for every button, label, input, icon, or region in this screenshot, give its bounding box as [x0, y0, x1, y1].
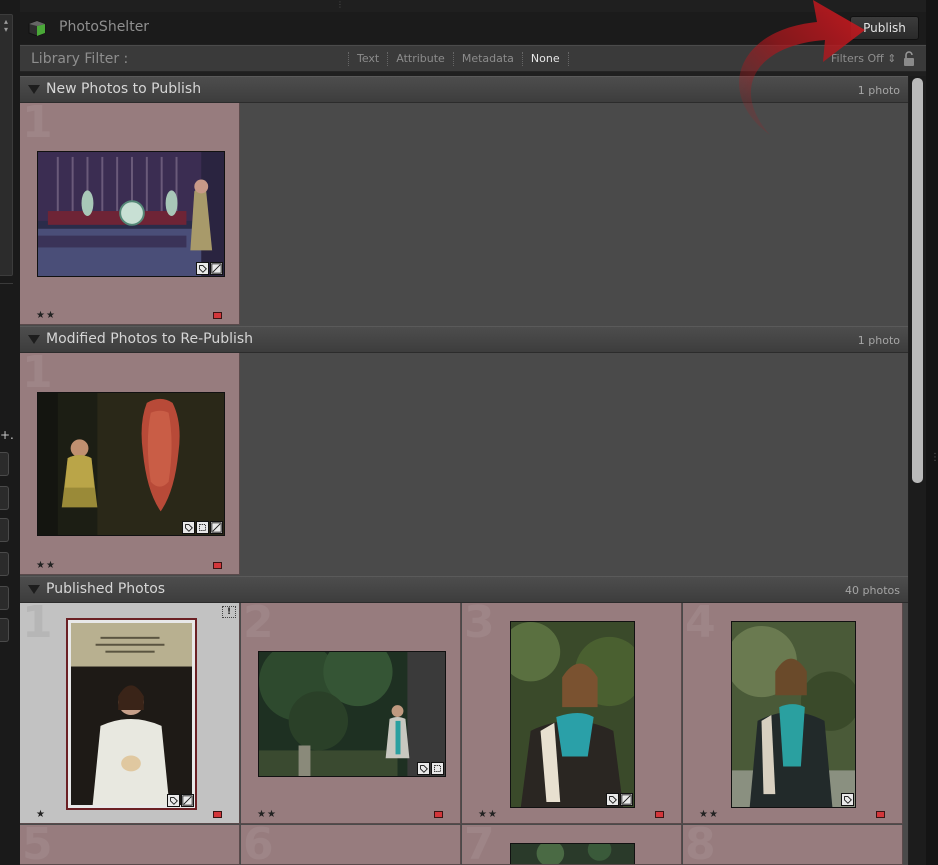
rating-stars[interactable]: ★★ [36, 310, 56, 321]
section-header-published[interactable]: Published Photos 40 photos [20, 576, 908, 603]
photo-thumbnail[interactable] [258, 651, 446, 777]
section-title: Published Photos [46, 581, 166, 597]
left-panel-upper[interactable] [0, 14, 13, 276]
photoshelter-logo-icon [28, 20, 46, 36]
thumbnail-badges [167, 794, 194, 807]
left-divider [0, 283, 13, 284]
thumbnail-badges [196, 262, 223, 275]
grid-cell[interactable]: 1 ★★ [20, 353, 240, 575]
warning-icon[interactable]: ! [222, 606, 236, 618]
library-grid: New Photos to Publish 1 photo 1 ★★ Modif… [20, 76, 908, 865]
stepper-icon[interactable]: ▴ ▾ [0, 18, 12, 34]
right-panel-edge: ⋮ [926, 0, 938, 865]
left-control[interactable] [0, 552, 9, 576]
cell-index: 4 [685, 603, 716, 648]
keyword-tag-icon[interactable] [196, 262, 209, 275]
section-count: 40 photos [845, 584, 900, 597]
keyword-tag-icon[interactable] [167, 794, 180, 807]
cell-index: 2 [243, 603, 274, 648]
section-title: Modified Photos to Re-Publish [46, 331, 254, 347]
publish-button[interactable]: Publish [850, 16, 919, 40]
edit-icon[interactable] [210, 262, 223, 275]
thumbnail-badges [182, 521, 223, 534]
photo-thumbnail[interactable] [66, 618, 197, 810]
filters-off-dropdown[interactable]: Filters Off ⇕ [831, 52, 896, 65]
section-header-modified[interactable]: Modified Photos to Re-Publish 1 photo [20, 326, 908, 353]
keyword-tag-icon[interactable] [841, 793, 854, 806]
photo-thumbnail[interactable] [510, 843, 635, 864]
collapse-triangle-icon[interactable] [28, 85, 40, 94]
color-label-red[interactable] [213, 562, 222, 569]
panel-grip-icon[interactable]: ⋮ [930, 452, 938, 463]
grid-cell[interactable]: 8 [683, 825, 903, 865]
rating-stars[interactable]: ★★ [36, 560, 56, 571]
publish-service-header: PhotoShelter Publish [20, 12, 926, 44]
library-filter-label: Library Filter : [31, 51, 129, 67]
collapse-triangle-icon[interactable] [28, 585, 40, 594]
crop-icon[interactable] [431, 762, 444, 775]
filter-option-none[interactable]: None [521, 52, 569, 66]
keyword-tag-icon[interactable] [417, 762, 430, 775]
crop-icon[interactable] [196, 521, 209, 534]
library-filter-bar: Library Filter : Text Attribute Metadata No… [20, 45, 926, 72]
color-label-red[interactable] [434, 811, 443, 818]
add-icon[interactable]: +. [0, 428, 14, 442]
cell-index: 3 [464, 603, 495, 648]
cell-index: 1 [22, 603, 53, 648]
thumbnail-badges [417, 762, 444, 775]
grid-cell[interactable]: 3 ★★ [462, 603, 682, 824]
section-header-new[interactable]: New Photos to Publish 1 photo [20, 76, 908, 103]
edit-icon[interactable] [181, 794, 194, 807]
filter-option-metadata[interactable]: Metadata [452, 52, 522, 66]
top-notch: ⋮ [336, 0, 344, 9]
left-control[interactable] [0, 518, 9, 542]
grid-cell[interactable]: 2 ★★ [241, 603, 461, 824]
left-control[interactable] [0, 486, 9, 510]
grid-cell[interactable]: 5 [20, 825, 240, 865]
filter-option-text[interactable]: Text [348, 52, 387, 66]
left-control[interactable] [0, 452, 9, 476]
filter-options: Text Attribute Metadata None [348, 52, 569, 66]
photo-thumbnail[interactable] [731, 621, 856, 808]
cell-index: 6 [243, 825, 274, 865]
rating-stars[interactable]: ★★ [257, 809, 277, 820]
photo-thumbnail[interactable] [37, 392, 225, 536]
cell-index: 8 [685, 825, 716, 865]
scrollbar-thumb[interactable] [912, 78, 923, 483]
keyword-tag-icon[interactable] [182, 521, 195, 534]
grid-scrollbar[interactable] [909, 76, 926, 865]
filter-option-attribute[interactable]: Attribute [387, 52, 453, 66]
cell-index: 1 [22, 103, 53, 148]
color-label-red[interactable] [213, 811, 222, 818]
color-label-red[interactable] [213, 312, 222, 319]
section-count: 1 photo [857, 334, 900, 347]
grid-cell[interactable]: 1 ★★ [20, 103, 240, 325]
left-control[interactable] [0, 618, 9, 642]
cell-index: 7 [464, 825, 495, 865]
service-title: PhotoShelter [59, 19, 150, 35]
edit-icon[interactable] [620, 793, 633, 806]
keyword-tag-icon[interactable] [606, 793, 619, 806]
color-label-red[interactable] [876, 811, 885, 818]
rating-stars[interactable]: ★★ [699, 809, 719, 820]
left-control[interactable] [0, 586, 9, 610]
edit-icon[interactable] [210, 521, 223, 534]
section-title: New Photos to Publish [46, 81, 202, 97]
lock-icon[interactable] [903, 51, 915, 67]
thumbnail-badges [606, 793, 633, 806]
collapse-triangle-icon[interactable] [28, 335, 40, 344]
photo-thumbnail[interactable] [37, 151, 225, 277]
section-count: 1 photo [857, 84, 900, 97]
grid-cell[interactable]: 6 [241, 825, 461, 865]
grid-cell-selected[interactable]: 1 ! ★ [20, 603, 240, 824]
grid-cell[interactable]: 4 ★★ [683, 603, 903, 824]
rating-stars[interactable]: ★★ [478, 809, 498, 820]
left-panel-edge: ▴ ▾ +. [0, 0, 20, 865]
photo-thumbnail[interactable] [510, 621, 635, 808]
color-label-red[interactable] [655, 811, 664, 818]
thumbnail-badges [841, 793, 854, 806]
grid-cell[interactable]: 7 [462, 825, 682, 865]
cell-index: 5 [22, 825, 53, 865]
rating-stars[interactable]: ★ [36, 809, 46, 820]
